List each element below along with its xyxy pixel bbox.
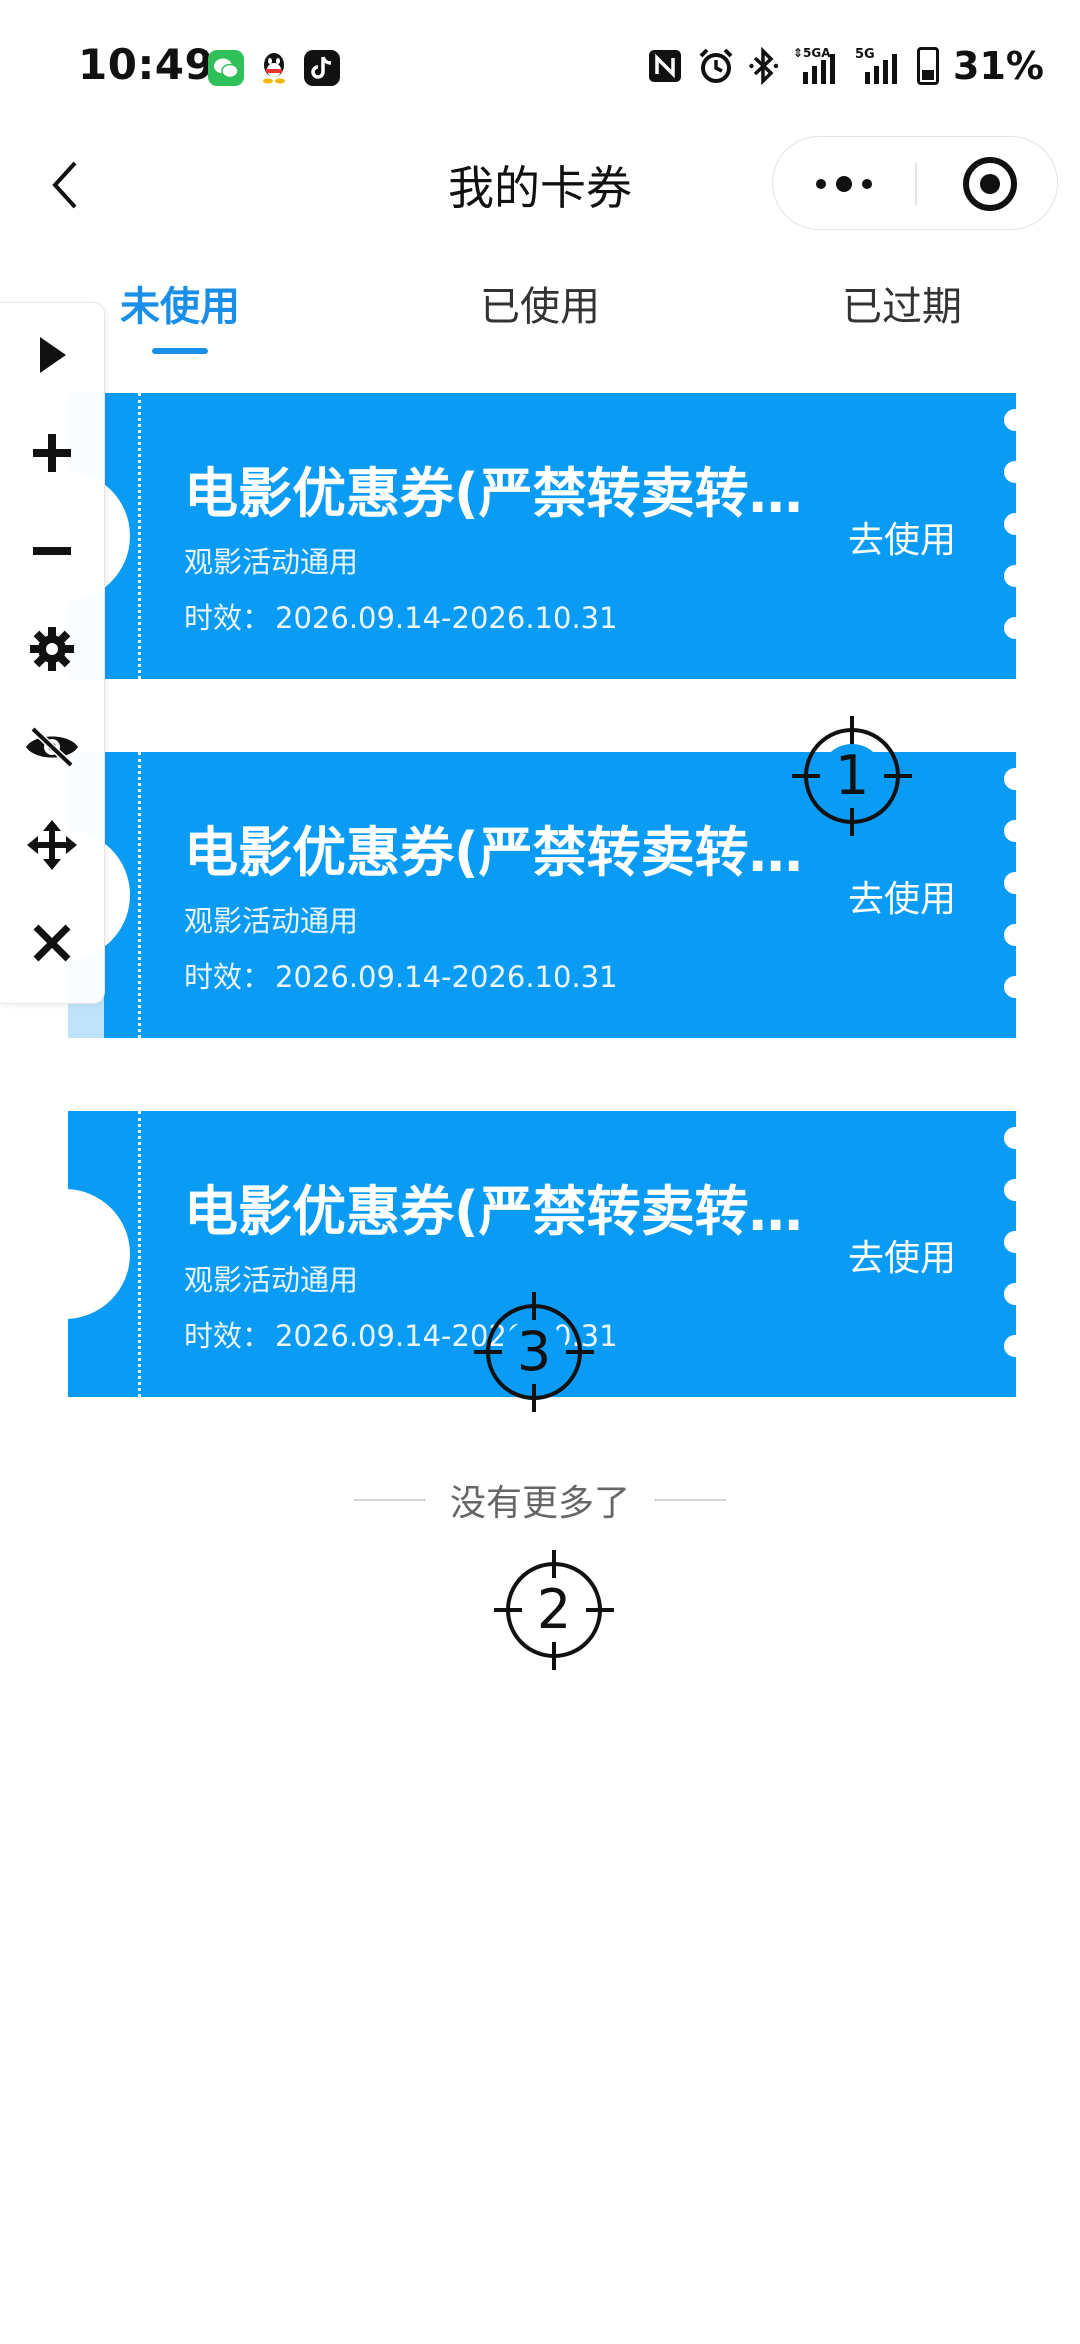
play-button[interactable]	[22, 325, 82, 385]
battery-icon	[917, 46, 940, 86]
battery-percent: 31%	[953, 44, 1044, 88]
validity-label: 时效：	[184, 601, 272, 635]
coupon-card[interactable]: 电影优惠券(严禁转卖转… 观影活动通用 时效： 2026.09.14-2026.1…	[68, 393, 1016, 679]
status-bar: 10:49 ⇕5GA 5G 31%	[0, 0, 1080, 130]
coupon-scallops	[1004, 409, 1016, 669]
validity-label: 时效：	[184, 1319, 272, 1353]
more-dot-icon	[816, 179, 826, 189]
validity-dates: 2026.09.14-2026.10.31	[275, 960, 618, 994]
move-button[interactable]	[22, 815, 82, 875]
coupon-perforation	[138, 393, 141, 679]
marker-label: 3	[516, 1320, 552, 1383]
mini-program-capsule	[772, 136, 1058, 230]
marker-label: 1	[834, 744, 870, 807]
more-dot-icon	[836, 176, 852, 192]
more-button[interactable]	[809, 159, 879, 209]
floating-toolbar	[0, 302, 105, 1004]
signal-5ga-icon: ⇕5GA	[793, 46, 841, 86]
coupon-title: 电影优惠券(严禁转卖转…	[184, 462, 803, 525]
more-dot-icon	[862, 179, 872, 189]
move-icon	[27, 820, 77, 870]
close-toolbar-button[interactable]	[22, 913, 82, 973]
validity-dates: 2026.09.14-2026.10.31	[275, 601, 618, 635]
marker-label: 2	[536, 1578, 572, 1641]
plus-icon	[33, 434, 71, 472]
close-icon	[33, 924, 71, 962]
zoom-out-button[interactable]	[22, 521, 82, 581]
nav-bar: 我的卡券	[0, 130, 1080, 240]
svg-text:5G: 5G	[855, 47, 875, 62]
wechat-icon	[208, 50, 244, 86]
coupon-scallops	[1004, 1127, 1016, 1387]
divider-line	[654, 1499, 726, 1501]
target-marker: 3	[474, 1292, 594, 1412]
alarm-icon	[697, 46, 735, 86]
play-icon	[40, 337, 66, 373]
tab-active-indicator	[152, 348, 208, 354]
tab-expired[interactable]: 已过期	[842, 274, 962, 332]
tab-used[interactable]: 已使用	[480, 274, 600, 332]
use-coupon-button[interactable]: 去使用	[848, 870, 956, 922]
status-time: 10:49	[78, 40, 215, 89]
zoom-in-button[interactable]	[22, 423, 82, 483]
coupon-title: 电影优惠券(严禁转卖转…	[184, 1180, 803, 1243]
bluetooth-icon	[749, 46, 779, 86]
divider-line	[353, 1499, 426, 1501]
qq-icon	[256, 50, 292, 86]
validity-label: 时效：	[184, 960, 272, 994]
coupon-description: 观影活动通用	[184, 904, 359, 938]
hide-button[interactable]	[22, 717, 82, 777]
target-marker: 2	[494, 1550, 614, 1670]
use-coupon-button[interactable]: 去使用	[848, 1229, 956, 1281]
settings-button[interactable]	[22, 619, 82, 679]
coupon-title: 电影优惠券(严禁转卖转…	[184, 821, 803, 884]
close-mini-program-button[interactable]	[963, 157, 1017, 211]
target-marker: 1	[792, 716, 912, 836]
settings-icon	[30, 627, 74, 671]
use-coupon-button[interactable]: 去使用	[848, 511, 956, 563]
coupon-notch	[68, 1189, 130, 1319]
signal-5g-icon: 5G	[855, 46, 903, 86]
nfc-icon	[647, 46, 683, 86]
coupon-validity: 时效： 2026.09.14-2026.10.31	[184, 595, 618, 637]
capsule-divider	[915, 163, 917, 205]
no-more-indicator: 没有更多了	[0, 1474, 1080, 1526]
svg-text:⇕5GA: ⇕5GA	[793, 46, 831, 60]
coupon-description: 观影活动通用	[184, 1263, 359, 1297]
douyin-icon	[304, 50, 340, 86]
coupon-validity: 时效： 2026.09.14-2026.10.31	[184, 954, 618, 996]
coupon-perforation	[138, 752, 141, 1038]
tab-unused[interactable]: 未使用	[120, 274, 240, 332]
target-icon	[980, 174, 1000, 194]
coupon-tabs: 未使用 已使用 已过期	[0, 260, 1080, 370]
coupon-perforation	[138, 1111, 141, 1397]
coupon-description: 观影活动通用	[184, 545, 359, 579]
coupon-scallops	[1004, 768, 1016, 1028]
no-more-text: 没有更多了	[449, 1483, 630, 1524]
minus-icon	[33, 547, 71, 555]
status-right: ⇕5GA 5G 31%	[647, 44, 1044, 88]
eye-off-icon	[26, 726, 78, 768]
